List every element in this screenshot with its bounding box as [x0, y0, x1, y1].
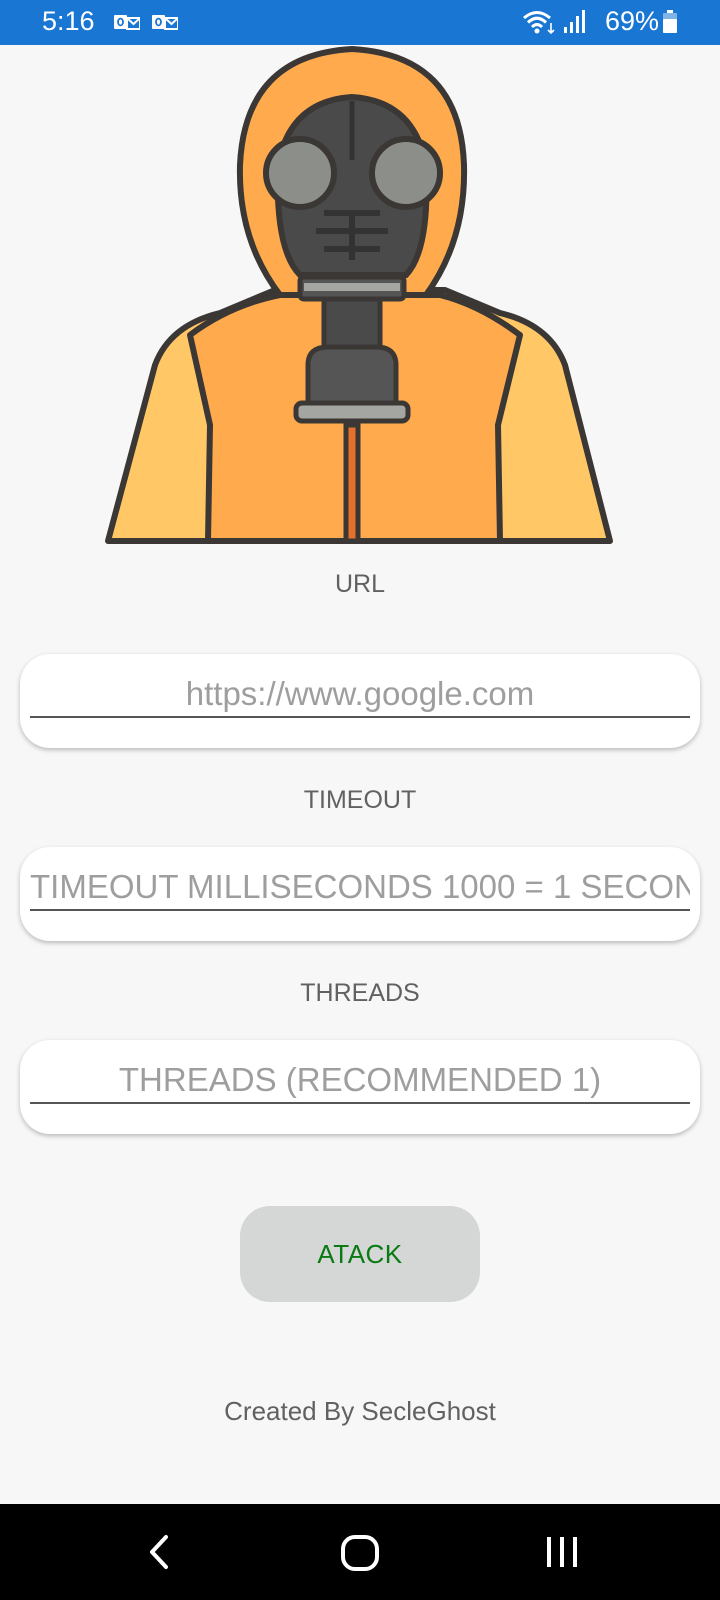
outlook-icon: [114, 15, 140, 30]
recents-icon[interactable]: [544, 1534, 580, 1570]
battery-percent: 69%: [605, 6, 660, 36]
url-input[interactable]: [30, 672, 690, 718]
navigation-bar: [0, 1504, 720, 1600]
wifi-icon: [523, 11, 555, 35]
threads-field-card: [20, 1040, 700, 1134]
timeout-field-card: [20, 847, 700, 941]
threads-input[interactable]: [30, 1058, 690, 1104]
hazmat-person-illustration: [105, 45, 613, 544]
threads-label: THREADS: [300, 979, 420, 1007]
url-field-card: [20, 654, 700, 748]
status-bar: 5:16 69%: [0, 0, 720, 45]
home-icon[interactable]: [340, 1534, 380, 1572]
timeout-label: TIMEOUT: [303, 786, 417, 814]
back-icon[interactable]: [146, 1534, 172, 1570]
timeout-input[interactable]: [30, 865, 690, 911]
attack-button[interactable]: ATACK: [240, 1206, 480, 1302]
signal-icon: [564, 10, 585, 33]
status-time: 5:16: [42, 6, 95, 36]
creator-credit: Created By SecleGhost: [224, 1396, 496, 1426]
battery-icon: [663, 10, 677, 33]
url-label: URL: [334, 570, 385, 598]
outlook-icon: [152, 15, 178, 30]
